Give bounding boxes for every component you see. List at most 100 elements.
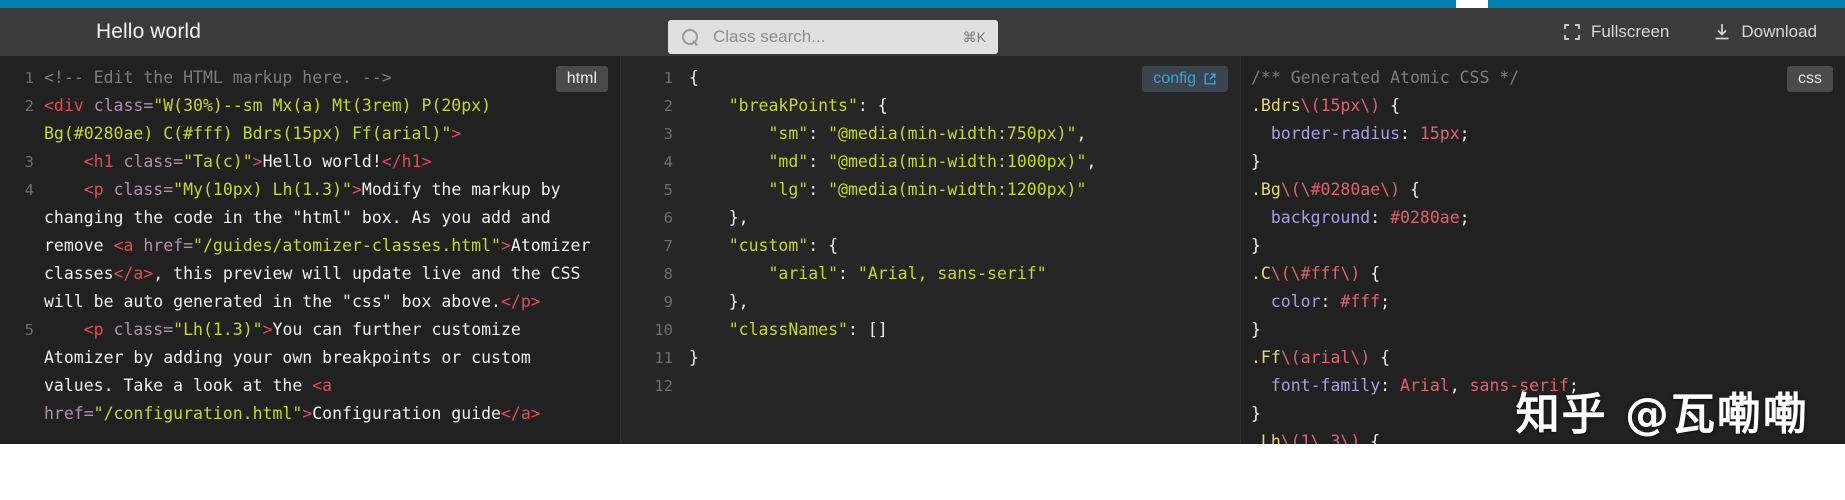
code-line: 6 },: [621, 204, 1240, 232]
code-line: 4 "md": "@media(min-width:1000px)",: [621, 148, 1240, 176]
code-token: "/guides/atomizer-classes.html": [193, 236, 501, 255]
code-token: :: [808, 152, 829, 171]
html-code-editor[interactable]: 1 <!-- Edit the HTML markup here. --> 2 <di…: [0, 56, 620, 444]
code-token: {: [1400, 180, 1420, 199]
code-token: >: [351, 180, 362, 199]
code-token: : {: [857, 96, 888, 115]
code-token: {: [689, 68, 699, 87]
code-text: }: [673, 344, 1240, 372]
code-token: "sm": [768, 124, 809, 143]
code-token: "breakPoints": [728, 96, 858, 115]
code-token: .Bg: [1251, 180, 1281, 199]
code-text: "lg": "@media(min-width:1200px)": [673, 176, 1240, 204]
line-number: 2: [663, 97, 673, 115]
code-token: arial: [1300, 348, 1351, 367]
code-token: ,: [1449, 376, 1470, 395]
code-text: border-radius: 15px;: [1241, 120, 1845, 148]
code-line: 8 "arial": "Arial, sans-serif": [621, 260, 1240, 288]
accent-bar: [0, 0, 1845, 8]
code-token: <a: [113, 236, 134, 255]
page-title: Hello world: [96, 20, 201, 43]
code-token: </p>: [500, 292, 541, 311]
code-text: <p class="Lh(1.3)">You can further custo…: [34, 316, 620, 428]
code-token: >: [252, 152, 263, 171]
search-box[interactable]: Class search... ⌘K: [668, 20, 998, 54]
code-token: .Bdrs: [1251, 96, 1301, 115]
badge-html[interactable]: html: [555, 66, 608, 92]
code-token: "@media(min-width:750px)": [828, 124, 1077, 143]
code-token: href=: [143, 236, 194, 255]
code-line: 7 "custom": {: [621, 232, 1240, 260]
code-line: .Ff\(arial\) {: [1241, 344, 1845, 372]
badge-config[interactable]: config: [1142, 66, 1228, 92]
code-token: "custom": [728, 236, 809, 255]
code-token: href=: [44, 404, 94, 423]
code-line: /** Generated Atomic CSS */: [1241, 64, 1845, 92]
line-number: 9: [663, 293, 673, 311]
line-number: 10: [654, 321, 673, 339]
code-token: \(\#0280ae\): [1280, 180, 1401, 199]
code-line: }: [1241, 316, 1845, 344]
download-icon: [1713, 23, 1731, 41]
code-token: "@media(min-width:1000px)": [828, 152, 1087, 171]
code-token: : {: [808, 236, 839, 255]
code-text: }: [1241, 232, 1845, 260]
code-token: class=: [123, 152, 184, 171]
code-token: },: [689, 292, 749, 311]
code-line: 1 <!-- Edit the HTML markup here. -->: [0, 64, 620, 92]
fullscreen-button[interactable]: Fullscreen: [1563, 22, 1669, 42]
code-token: #fff: [1340, 292, 1381, 311]
download-button[interactable]: Download: [1713, 22, 1817, 42]
code-token: ;: [1380, 292, 1391, 311]
code-token: {: [1370, 348, 1391, 367]
code-token: }: [1251, 404, 1261, 423]
search-input[interactable]: Class search...: [713, 27, 955, 47]
search-shortcut-hint: ⌘K: [962, 28, 986, 45]
code-text: }: [1241, 148, 1845, 176]
code-token: </a>: [113, 264, 154, 283]
code-line: 5 <p class="Lh(1.3)">You can further cus…: [0, 316, 620, 428]
code-line: 5 "lg": "@media(min-width:1200px)": [621, 176, 1240, 204]
bottom-strip: [0, 444, 1845, 500]
code-token: "@media(min-width:1200px)": [828, 180, 1087, 199]
code-token: class=: [113, 320, 174, 339]
pane-html[interactable]: html 1 <!-- Edit the HTML markup here. --…: [0, 56, 620, 444]
code-line: 11}: [621, 344, 1240, 372]
code-token: </h1>: [381, 152, 432, 171]
code-text: <div class="W(30%)--sm Mx(a) Mt(3rem) P(…: [34, 92, 620, 148]
code-line: 2 "breakPoints": {: [621, 92, 1240, 120]
line-number: 2: [24, 97, 34, 115]
code-token: "Lh(1.3)": [173, 320, 263, 339]
atomizer-playground: Hello world Class search... ⌘K Fullscree…: [0, 0, 1845, 500]
config-code-editor[interactable]: 1{2 "breakPoints": {3 "sm": "@media(min-…: [621, 56, 1240, 444]
code-line: 9 },: [621, 288, 1240, 316]
code-token: :: [808, 180, 829, 199]
code-token: "arial": [768, 264, 839, 283]
code-token: <p: [83, 180, 104, 199]
code-line: .Bdrs\(15px\) {: [1241, 92, 1845, 120]
badge-css[interactable]: css: [1787, 66, 1833, 92]
code-token: \): [1360, 96, 1381, 115]
code-token: }: [1251, 236, 1261, 255]
code-token: : []: [847, 320, 888, 339]
pane-config[interactable]: config 1{2 "breakPoints": {3 "sm": "@med…: [620, 56, 1240, 444]
code-text: "arial": "Arial, sans-serif": [673, 260, 1240, 288]
code-token: :: [1320, 292, 1341, 311]
code-token: \(: [1300, 96, 1321, 115]
code-token: :: [1400, 124, 1420, 143]
code-text: },: [673, 288, 1240, 316]
line-number: 11: [654, 349, 673, 367]
code-line: 2 <div class="W(30%)--sm Mx(a) Mt(3rem) P…: [0, 92, 620, 148]
line-number: 3: [663, 125, 673, 143]
line-number: 8: [663, 265, 673, 283]
code-token: :: [808, 124, 829, 143]
class-search[interactable]: Class search... ⌘K: [668, 20, 998, 54]
